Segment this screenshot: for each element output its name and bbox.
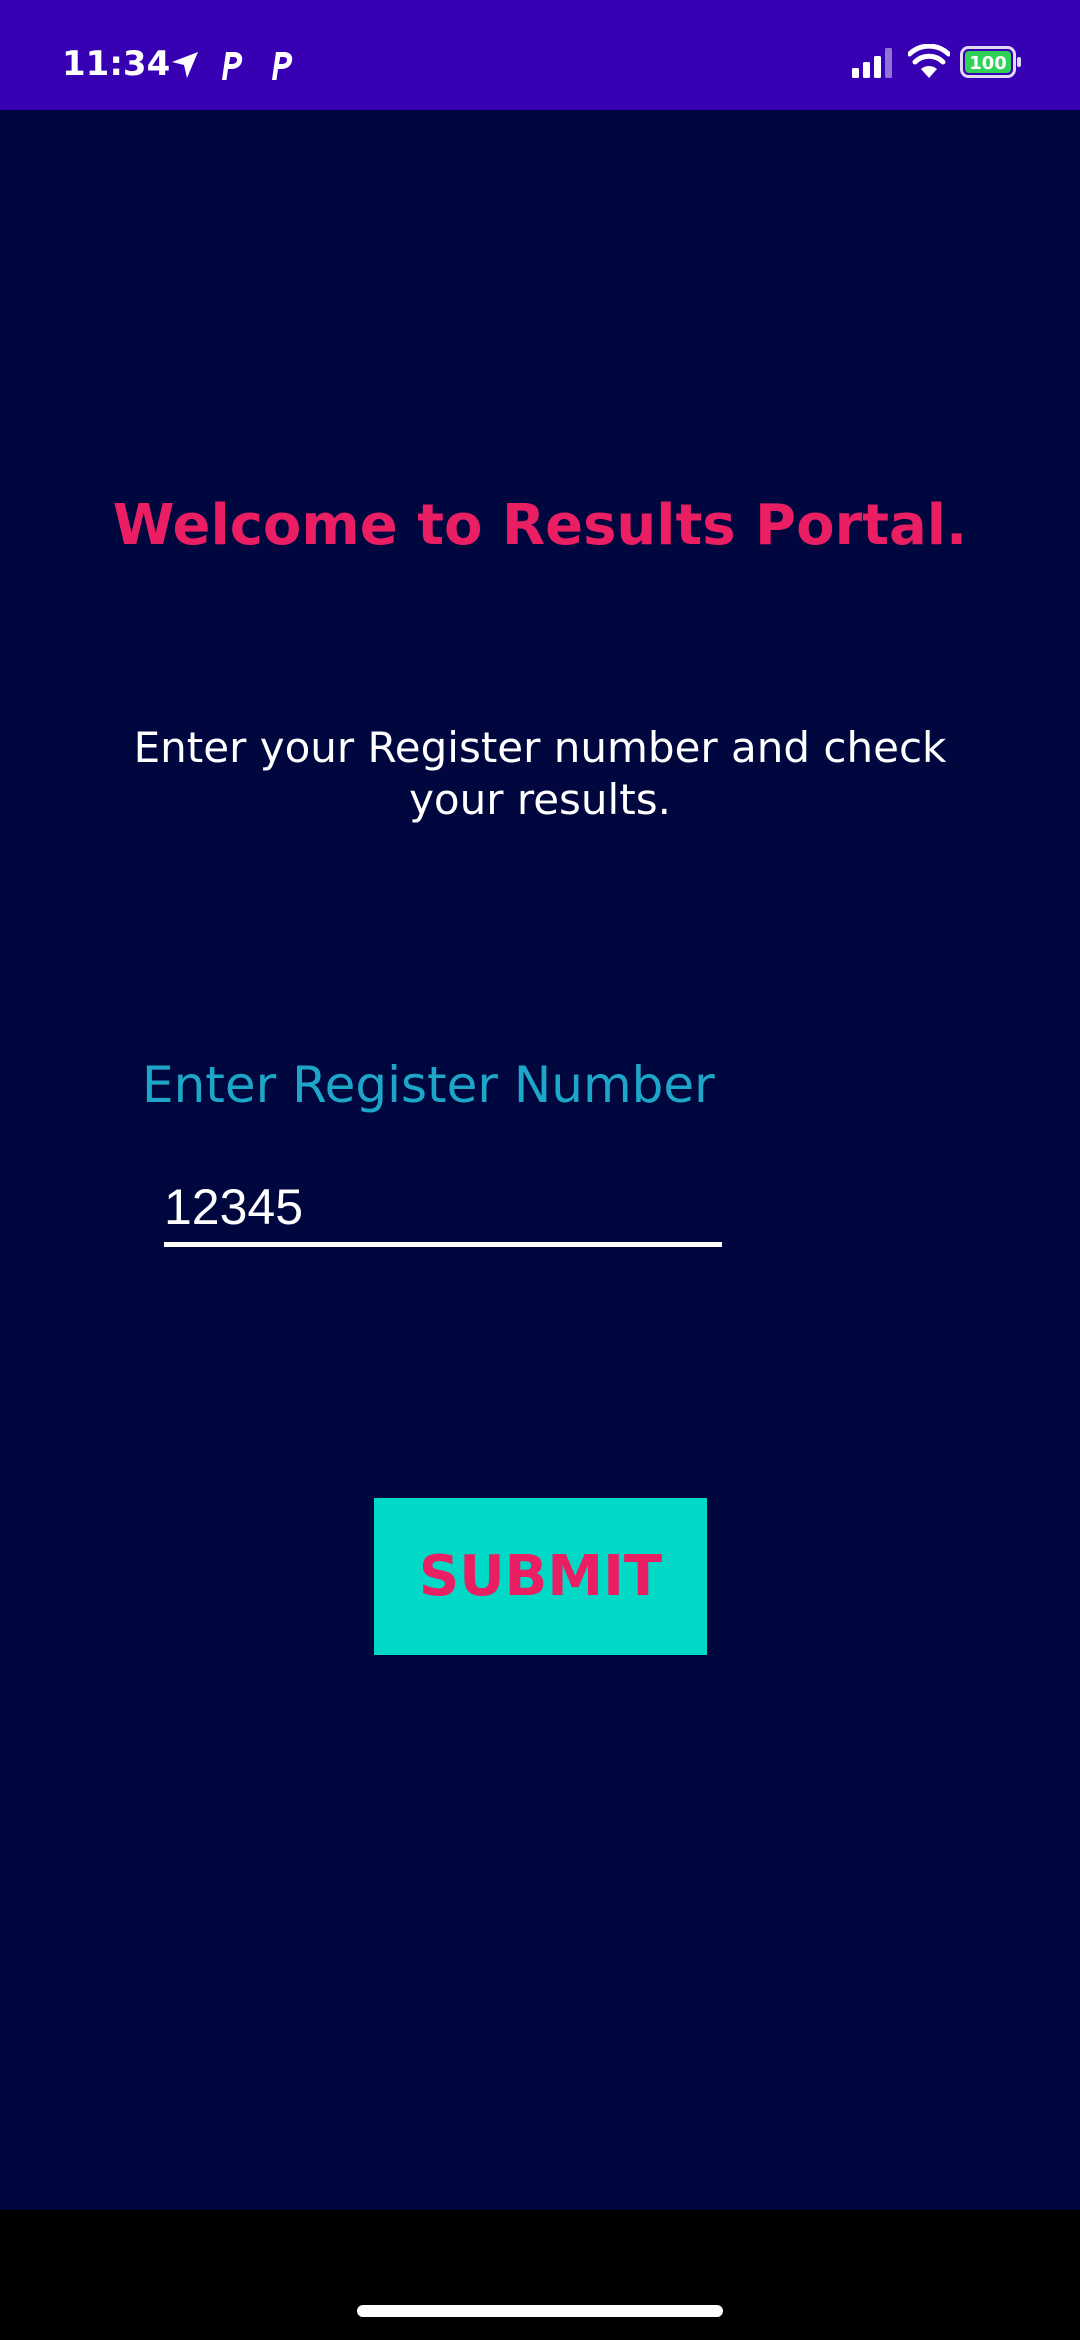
navigation-bar bbox=[0, 2210, 1080, 2340]
status-time: 11:34 bbox=[62, 44, 171, 84]
register-number-input[interactable] bbox=[164, 1172, 722, 1242]
battery-level-text: 100 bbox=[969, 53, 1007, 74]
location-arrow-icon bbox=[172, 52, 198, 78]
input-underline bbox=[164, 1242, 722, 1247]
signal-icon bbox=[852, 48, 892, 78]
instruction-text: Enter your Register number and check you… bbox=[133, 723, 947, 824]
results-portal-screen bbox=[0, 110, 1080, 2210]
home-indicator[interactable] bbox=[357, 2305, 723, 2317]
page-title: Welcome to Results Portal. bbox=[112, 493, 968, 558]
wifi-icon bbox=[908, 44, 950, 78]
status-bar: 11:34 100 bbox=[0, 0, 1080, 110]
register-number-label: Enter Register Number bbox=[142, 1056, 715, 1114]
parking-app-icon bbox=[272, 52, 293, 80]
parking-app-icon bbox=[222, 52, 243, 80]
battery-icon: 100 bbox=[960, 46, 1021, 78]
submit-button[interactable]: SUBMIT bbox=[374, 1498, 707, 1655]
